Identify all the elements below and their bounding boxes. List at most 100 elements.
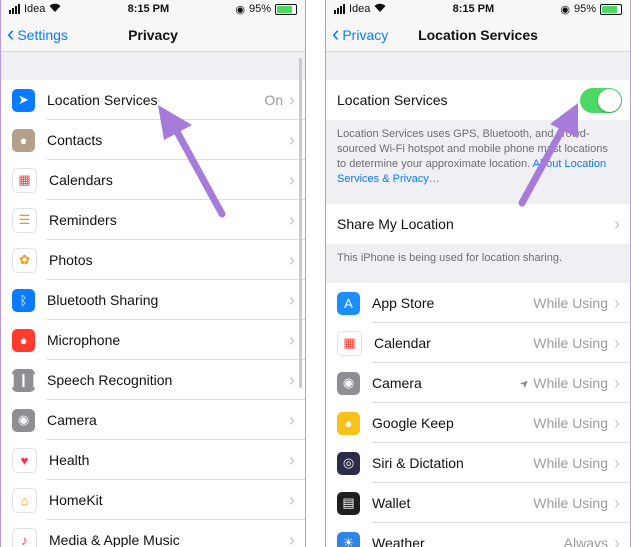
app-location-row[interactable]: ● Google Keep While Using › [326,403,630,443]
heart-icon: ♥ [12,447,37,473]
camera-icon: ◉ [12,408,35,432]
carrier-label: Idea [349,3,371,15]
chevron-right-icon: › [289,529,295,547]
status-bar: Idea 8:15 PM ◉ 95% [326,0,630,18]
chevron-right-icon: › [614,332,620,353]
privacy-item-label: Microphone [47,332,121,348]
privacy-item-label: Camera [47,412,97,428]
bluetooth-icon: ᛒ [12,288,35,312]
chevron-right-icon: › [614,372,620,393]
privacy-item-label: Calendars [49,172,113,188]
privacy-item-label: Speech Recognition [47,372,173,388]
privacy-item-row[interactable]: ❙❙❙ Speech Recognition › [1,360,305,400]
back-button-label: Settings [17,26,68,43]
location-services-label: Location Services [337,92,448,108]
scrollbar[interactable] [299,58,302,388]
battery-percent: 95% [573,3,596,15]
chevron-right-icon: › [614,532,620,547]
location-services-row: Location Services [326,80,630,120]
weather-icon: ☀ [337,531,360,547]
location-toggle-group: Location Services [326,80,630,120]
privacy-list: ➤ Location Services On › ● Contacts › ▦ Calendar… [1,80,305,547]
chevron-right-icon: › [289,209,295,230]
chevron-right-icon: › [289,329,295,350]
camera-icon: ◉ [337,371,360,395]
privacy-item-row[interactable]: ◉ Camera › [1,400,305,440]
privacy-item-row[interactable]: ᛒ Bluetooth Sharing › [1,280,305,320]
privacy-item-label: Bluetooth Sharing [47,292,159,308]
app-location-label: Wallet [372,495,411,511]
chevron-right-icon: › [614,292,620,313]
privacy-item-label: Media & Apple Music [49,532,180,547]
app-location-value: While Using [533,415,608,431]
app-location-row[interactable]: ◎ Siri & Dictation While Using › [326,443,630,483]
keep-bulb-icon: ● [337,411,360,435]
privacy-item-label: Contacts [47,132,103,148]
app-location-row[interactable]: ☀ Weather Always › [326,523,630,547]
chevron-right-icon: › [289,169,295,190]
app-store-icon: A [337,291,360,315]
chevron-right-icon: › [289,249,295,270]
chevron-left-icon: ‹ [7,20,15,46]
navigation-bar: ‹ Privacy Location Services [326,18,630,52]
orientation-lock-icon: ◉ [560,3,570,16]
privacy-item-row[interactable]: ♪ Media & Apple Music › [1,520,305,547]
page-title: Location Services [418,26,538,43]
app-location-label: Siri & Dictation [372,455,464,471]
share-my-location-row[interactable]: Share My Location › [326,204,630,244]
chevron-right-icon: › [614,452,620,473]
back-button[interactable]: ‹ Privacy [332,18,388,51]
chevron-right-icon: › [289,489,295,510]
app-location-row[interactable]: A App Store While Using › [326,283,630,323]
privacy-item-row[interactable]: ✿ Photos › [1,240,305,280]
privacy-item-label: Health [49,452,90,468]
privacy-item-row[interactable]: ⌂ HomeKit › [1,480,305,520]
signal-icon [9,4,20,14]
privacy-item-row[interactable]: ▦ Calendars › [1,160,305,200]
privacy-item-row[interactable]: ● Contacts › [1,120,305,160]
right-phone-location-services: Idea 8:15 PM ◉ 95% ‹ Privacy Location Se… [325,0,631,547]
location-arrow-icon: ➤ [12,88,35,112]
wifi-icon [374,3,386,15]
reminders-icon: ☰ [12,207,37,233]
chevron-right-icon: › [614,412,620,433]
waveform-icon: ❙❙❙ [7,368,40,392]
privacy-item-row[interactable]: ● Microphone › [1,320,305,360]
chevron-right-icon: › [289,369,295,390]
wifi-icon [49,3,61,15]
chevron-right-icon: › [289,289,295,310]
share-note: This iPhone is being used for location s… [337,252,563,264]
calendar-icon: ▦ [12,167,37,193]
app-location-value: While Using [533,495,608,511]
app-location-row[interactable]: ▦ Calendar While Using › [326,323,630,363]
status-time: 8:15 PM [127,3,170,15]
privacy-item-row[interactable]: ➤ Location Services On › [1,80,305,120]
contacts-icon: ● [12,128,35,152]
battery-percent: 95% [248,3,271,15]
location-services-toggle[interactable] [580,87,622,113]
home-icon: ⌂ [12,487,37,513]
status-bar: Idea 8:15 PM ◉ 95% [1,0,305,18]
share-my-location-label: Share My Location [337,216,454,232]
chevron-right-icon: › [289,129,295,150]
chevron-right-icon: › [289,89,295,110]
app-location-value: While Using [533,295,608,311]
chevron-right-icon: › [289,449,295,470]
chevron-right-icon: › [289,409,295,430]
chevron-right-icon: › [614,213,620,234]
app-location-row[interactable]: ▤ Wallet While Using › [326,483,630,523]
photos-icon: ✿ [12,247,37,273]
carrier-label: Idea [24,3,46,15]
app-location-value: While Using [533,375,608,391]
left-phone-privacy: Idea 8:15 PM ◉ 95% ‹ Settings Privacy ➤ L… [0,0,306,547]
privacy-item-row[interactable]: ☰ Reminders › [1,200,305,240]
privacy-item-label: Photos [49,252,93,268]
back-button[interactable]: ‹ Settings [7,18,68,51]
app-location-value: Always [563,535,608,547]
orientation-lock-icon: ◉ [235,3,245,16]
app-location-row[interactable]: ◉ Camera ➤ While Using › [326,363,630,403]
privacy-item-label: Reminders [49,212,117,228]
privacy-item-row[interactable]: ♥ Health › [1,440,305,480]
calendar-icon: ▦ [337,330,362,356]
